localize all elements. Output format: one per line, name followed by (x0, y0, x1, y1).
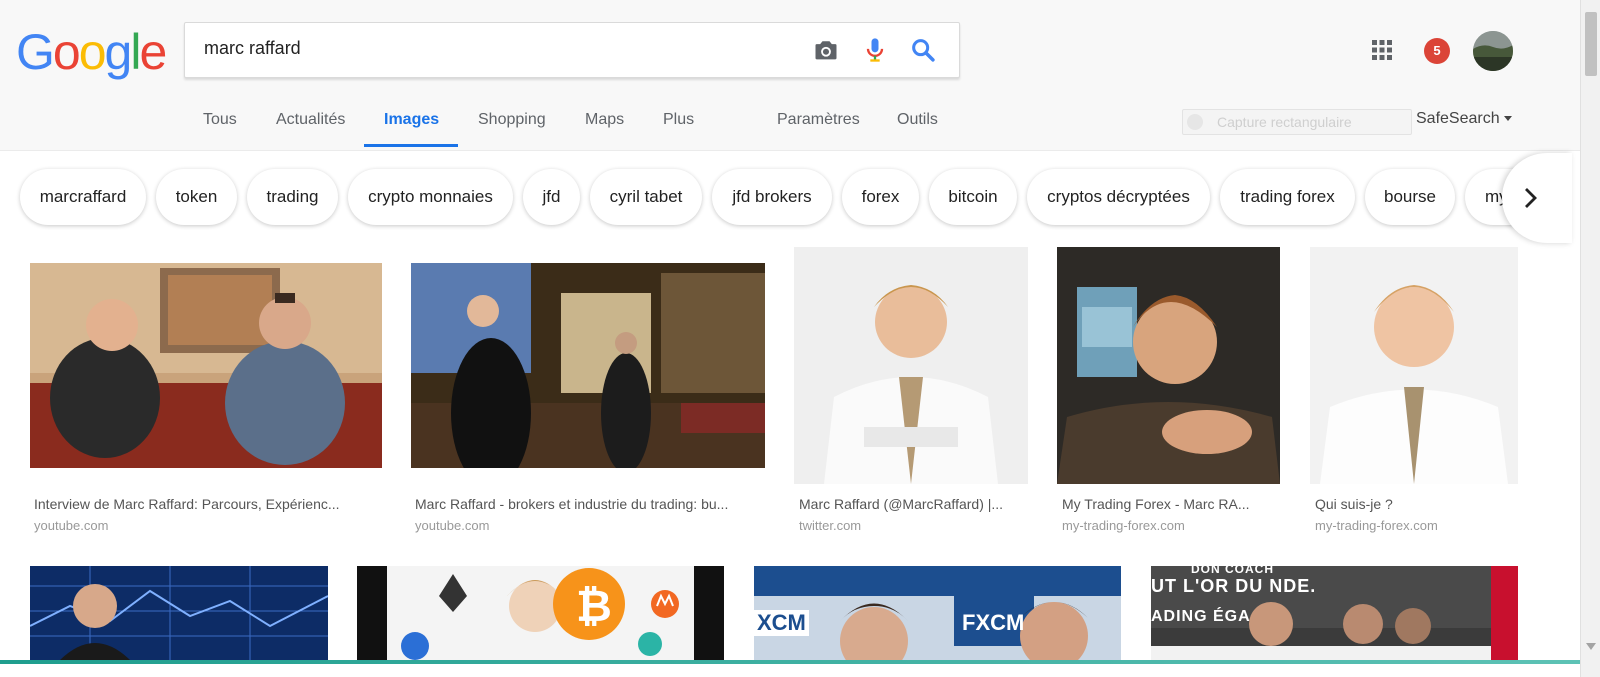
image-result[interactable]: Interview de Marc Raffard: Parcours, Exp… (30, 247, 382, 537)
search-box[interactable]: marc raffard (184, 22, 960, 78)
tab-actualites[interactable]: Actualités (276, 111, 345, 147)
safesearch-dropdown[interactable]: SafeSearch (1416, 110, 1512, 128)
result-thumbnail[interactable] (1310, 247, 1518, 484)
result-thumbnail[interactable]: XCM FXCM (754, 566, 1121, 660)
result-thumbnail[interactable] (411, 263, 765, 468)
tab-tous[interactable]: Tous (203, 111, 237, 147)
chip[interactable]: forex (842, 169, 919, 225)
banner-text-bottom: ADING ÉGA (1151, 608, 1251, 625)
result-thumbnail[interactable] (1057, 247, 1280, 484)
tab-outils[interactable]: Outils (897, 111, 938, 147)
image-result[interactable]: DON COACH UT L'OR DU NDE. ADING ÉGA (1151, 566, 1518, 660)
nem-icon (638, 632, 662, 656)
banner-text-top: DON COACH (1191, 566, 1274, 576)
chip[interactable]: bitcoin (929, 169, 1017, 225)
image-result[interactable]: Qui suis-je ? my-trading-forex.com (1310, 247, 1518, 537)
image-result[interactable] (30, 566, 328, 660)
tab-images[interactable]: Images (384, 111, 439, 147)
image-result[interactable]: Marc Raffard (@MarcRaffard) |... twitter… (794, 247, 1028, 537)
result-thumbnail[interactable] (794, 247, 1028, 484)
tab-shopping[interactable]: Shopping (478, 111, 546, 147)
result-caption[interactable]: Qui suis-je ? (1315, 496, 1517, 512)
capture-placeholder: Capture rectangulaire (1217, 114, 1352, 130)
thumbnail-image: ₿ (357, 566, 724, 660)
result-domain: twitter.com (799, 518, 862, 533)
chip[interactable]: token (156, 169, 237, 225)
search-icon[interactable] (909, 36, 937, 64)
tab-maps[interactable]: Maps (585, 111, 624, 147)
chip[interactable]: jfd (523, 169, 580, 225)
chip[interactable]: cyril tabet (590, 169, 702, 225)
chip[interactable]: jfd brokers (712, 169, 832, 225)
image-result[interactable]: Marc Raffard - brokers et industrie du t… (411, 247, 765, 537)
chip[interactable]: cryptos décryptées (1027, 169, 1210, 225)
bottom-divider (0, 660, 1580, 664)
chip[interactable]: trading forex (1220, 169, 1355, 225)
result-domain: my-trading-forex.com (1315, 518, 1438, 533)
thumbnail-image (1057, 247, 1280, 484)
avatar[interactable] (1473, 31, 1513, 71)
banner-text: UT L'OR DU NDE. (1151, 576, 1317, 596)
camera-icon[interactable] (812, 36, 840, 64)
chip[interactable]: trading (247, 169, 338, 225)
notification-badge[interactable]: 5 (1424, 38, 1450, 64)
caret-down-icon (1503, 116, 1512, 122)
dash-icon (401, 632, 429, 660)
search-input[interactable]: marc raffard (204, 38, 301, 59)
svg-text:₿: ₿ (576, 582, 612, 631)
result-thumbnail[interactable]: DON COACH UT L'OR DU NDE. ADING ÉGA (1151, 566, 1518, 660)
header-bar: Google marc raffard 5 Tous Actualités Im… (0, 0, 1580, 151)
image-result[interactable]: ₿ (357, 566, 724, 660)
result-caption[interactable]: Interview de Marc Raffard: Parcours, Exp… (34, 496, 380, 512)
chevron-right-icon (1525, 188, 1537, 208)
chip[interactable]: bourse (1365, 169, 1455, 225)
result-domain: youtube.com (34, 518, 109, 533)
active-tab-indicator (364, 144, 458, 147)
result-caption[interactable]: Marc Raffard - brokers et industrie du t… (415, 496, 763, 512)
apps-grid-icon[interactable] (1370, 38, 1394, 62)
result-caption[interactable]: Marc Raffard (@MarcRaffard) |... (799, 496, 1027, 512)
tab-parametres[interactable]: Paramètres (777, 111, 860, 147)
capture-icon (1187, 114, 1203, 130)
microphone-icon[interactable] (861, 36, 889, 64)
fxcm-banner-text: XCM (754, 610, 809, 636)
result-thumbnail[interactable] (30, 263, 382, 468)
thumbnail-image (1310, 247, 1518, 484)
chip[interactable]: crypto monnaies (348, 169, 513, 225)
scrollbar-thumb[interactable] (1585, 12, 1597, 76)
related-search-chips: marcraffard token trading crypto monnaie… (0, 166, 1580, 230)
thumbnail-image (30, 263, 382, 468)
result-thumbnail[interactable]: ₿ (357, 566, 724, 660)
image-result[interactable]: My Trading Forex - Marc RA... my-trading… (1057, 247, 1280, 537)
google-logo[interactable]: Google (16, 22, 167, 82)
result-thumbnail[interactable] (30, 566, 328, 660)
tab-plus[interactable]: Plus (663, 111, 694, 147)
capture-rectangle-field[interactable]: Capture rectangulaire (1182, 109, 1412, 135)
fxcm-logo-text: FXCM (962, 610, 1025, 635)
thumbnail-image (411, 263, 765, 468)
vertical-scrollbar[interactable] (1580, 0, 1600, 677)
thumbnail-image (794, 247, 1028, 484)
result-domain: my-trading-forex.com (1062, 518, 1185, 533)
thumbnail-image (754, 566, 1121, 660)
result-caption[interactable]: My Trading Forex - Marc RA... (1062, 496, 1279, 512)
thumbnail-image (30, 566, 328, 660)
safesearch-label: SafeSearch (1416, 110, 1500, 127)
image-result[interactable]: XCM FXCM (754, 566, 1121, 660)
scroll-down-arrow-icon[interactable] (1586, 643, 1596, 651)
avatar-landscape-icon (1473, 31, 1513, 71)
result-domain: youtube.com (415, 518, 490, 533)
chip[interactable]: marcraffard (20, 169, 146, 225)
